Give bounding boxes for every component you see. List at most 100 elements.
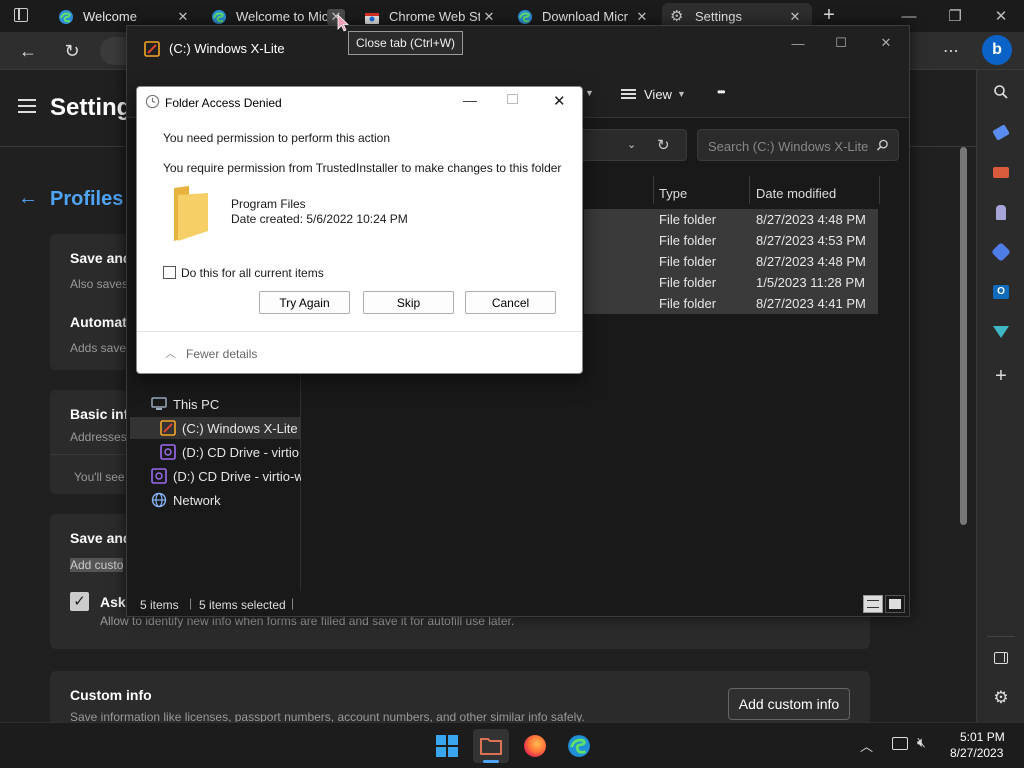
edge-icon bbox=[212, 9, 226, 24]
try-again-button[interactable]: Try Again bbox=[259, 291, 350, 314]
tree-item-d-drive[interactable]: (D:) CD Drive - virtio bbox=[160, 441, 301, 463]
file-explorer-icon[interactable] bbox=[473, 729, 509, 763]
fewer-details-link[interactable]: Fewer details bbox=[186, 347, 257, 361]
shopping-tag-icon[interactable] bbox=[977, 116, 1024, 148]
tools-icon[interactable] bbox=[977, 156, 1024, 188]
settings-menu-icon[interactable] bbox=[18, 99, 36, 113]
card-subtitle: Also saves bbox=[70, 277, 129, 291]
clock-time[interactable]: 5:01 PM bbox=[960, 730, 1005, 744]
explorer-title-bar: (C:) Windows X-Lite — ☐ ✕ bbox=[127, 26, 909, 70]
close-window-button[interactable]: ✕ bbox=[978, 0, 1024, 32]
status-separator: | bbox=[291, 596, 295, 610]
cd-drive-icon bbox=[160, 444, 176, 460]
close-icon[interactable]: ✕ bbox=[480, 9, 498, 25]
more-menu-button[interactable]: ⋯ bbox=[936, 36, 966, 66]
details-view-button[interactable] bbox=[863, 595, 883, 613]
chrome-web-store-icon bbox=[365, 12, 379, 24]
outlook-icon[interactable]: O bbox=[977, 276, 1024, 308]
selected-count: 5 items selected bbox=[199, 598, 286, 612]
scrollbar[interactable] bbox=[960, 147, 967, 525]
sidebar-toggle-icon[interactable] bbox=[977, 642, 1024, 674]
restore-button[interactable]: ❐ bbox=[932, 0, 978, 32]
tree-item-c-drive[interactable]: (C:) Windows X-Lite bbox=[130, 417, 301, 439]
status-bar: 5 items | 5 items selected | bbox=[127, 591, 909, 617]
address-bar[interactable]: ⌄ ↻ bbox=[583, 129, 687, 161]
card-title: Save and bbox=[70, 250, 132, 266]
chevron-down-icon: ▼ bbox=[676, 89, 686, 99]
sort-chevron-icon[interactable]: ▼ bbox=[585, 88, 594, 98]
file-row[interactable]: File folder 8/27/2023 4:41 PM bbox=[584, 293, 878, 314]
back-arrow-icon[interactable]: ← bbox=[18, 187, 38, 210]
search-box[interactable]: Search (C:) Windows X-Lite bbox=[697, 129, 899, 161]
column-header-type[interactable]: Type bbox=[659, 178, 687, 208]
tree-label: (D:) CD Drive - virtio bbox=[182, 444, 299, 460]
network-icon[interactable] bbox=[892, 737, 908, 750]
card-subtitle[interactable]: Add custo bbox=[70, 558, 124, 572]
tree-item-d-drive[interactable]: (D:) CD Drive - virtio-w bbox=[151, 465, 301, 487]
add-custom-info-button[interactable]: Add custom info bbox=[728, 688, 850, 720]
file-row[interactable]: File folder 1/5/2023 11:28 PM bbox=[584, 272, 878, 293]
search-icon bbox=[876, 139, 888, 151]
close-button[interactable]: ✕ bbox=[863, 30, 909, 56]
close-button[interactable]: ✕ bbox=[553, 92, 566, 110]
search-placeholder: Search (C:) Windows X-Lite bbox=[708, 139, 869, 154]
refresh-icon[interactable]: ↻ bbox=[657, 136, 670, 154]
close-icon[interactable]: ✕ bbox=[633, 9, 651, 25]
close-icon[interactable]: ✕ bbox=[786, 9, 804, 25]
back-button[interactable]: ← bbox=[13, 36, 43, 66]
close-icon[interactable]: ✕ bbox=[174, 9, 192, 25]
checkbox-label: Ask bbox=[100, 594, 126, 610]
cancel-button[interactable]: Cancel bbox=[465, 291, 556, 314]
column-header-date-modified[interactable]: Date modified bbox=[756, 178, 836, 208]
apply-all-checkbox[interactable] bbox=[163, 266, 176, 279]
network-globe-icon bbox=[151, 492, 167, 508]
file-row[interactable]: File folder 8/27/2023 4:48 PM bbox=[584, 209, 878, 230]
games-icon[interactable] bbox=[977, 196, 1024, 228]
skip-button[interactable]: Skip bbox=[363, 291, 454, 314]
bing-chat-icon[interactable]: b bbox=[982, 35, 1012, 65]
row-type: File folder bbox=[659, 254, 717, 269]
volume-muted-icon[interactable]: 🔇︎ bbox=[917, 734, 926, 751]
start-windows-icon[interactable] bbox=[429, 729, 465, 763]
firefox-icon[interactable] bbox=[517, 729, 553, 763]
tree-item-network[interactable]: Network bbox=[151, 489, 301, 511]
minimize-button[interactable]: — bbox=[775, 30, 821, 56]
column-divider bbox=[879, 176, 880, 204]
minimize-button[interactable]: — bbox=[463, 92, 477, 108]
chevron-up-icon[interactable]: ︿ bbox=[165, 345, 176, 361]
tree-item-this-pc[interactable]: This PC bbox=[151, 393, 301, 415]
maximize-button[interactable]: ☐ bbox=[818, 30, 864, 56]
tiles-view-button[interactable] bbox=[885, 595, 905, 613]
clock-date[interactable]: 8/27/2023 bbox=[950, 746, 1003, 760]
ask-checkbox[interactable]: ✓ bbox=[70, 592, 89, 611]
mouse-cursor-icon bbox=[337, 14, 349, 32]
dialog-title: Folder Access Denied bbox=[165, 96, 282, 110]
maximize-button bbox=[507, 94, 518, 104]
tab-label: Download Micr bbox=[542, 9, 628, 24]
file-row[interactable]: File folder 8/27/2023 4:48 PM bbox=[584, 251, 878, 272]
chevron-down-icon[interactable]: ⌄ bbox=[627, 138, 636, 151]
card-title: Save and bbox=[70, 530, 132, 546]
gear-icon[interactable]: ⚙ bbox=[977, 682, 1024, 714]
copilot-icon[interactable] bbox=[977, 236, 1024, 268]
view-label: View bbox=[644, 86, 672, 102]
refresh-button[interactable]: ↻ bbox=[57, 36, 87, 66]
card-subtitle: Adds save bbox=[70, 341, 127, 355]
row-type: File folder bbox=[659, 296, 717, 311]
cd-drive-icon bbox=[151, 468, 167, 484]
dialog-heading: You need permission to perform this acti… bbox=[163, 131, 391, 145]
chevron-up-icon[interactable]: ︿ bbox=[860, 736, 873, 755]
file-row[interactable]: File folder 8/27/2023 4:53 PM bbox=[584, 230, 878, 251]
tab-actions-icon[interactable] bbox=[14, 8, 28, 22]
drop-icon[interactable] bbox=[977, 316, 1024, 348]
search-icon[interactable] bbox=[977, 76, 1024, 108]
tree-label: This PC bbox=[173, 396, 220, 412]
dialog-title-bar: Folder Access Denied — ✕ bbox=[137, 87, 582, 117]
edge-icon[interactable] bbox=[561, 729, 597, 763]
card-title: Automat bbox=[70, 314, 127, 330]
more-options-button[interactable]: ••• bbox=[717, 85, 725, 99]
breadcrumb[interactable]: Profiles bbox=[50, 188, 123, 211]
view-button[interactable]: View ▼ bbox=[621, 82, 686, 106]
tab-label: Chrome Web St bbox=[389, 9, 480, 24]
add-icon[interactable]: + bbox=[977, 360, 1024, 392]
